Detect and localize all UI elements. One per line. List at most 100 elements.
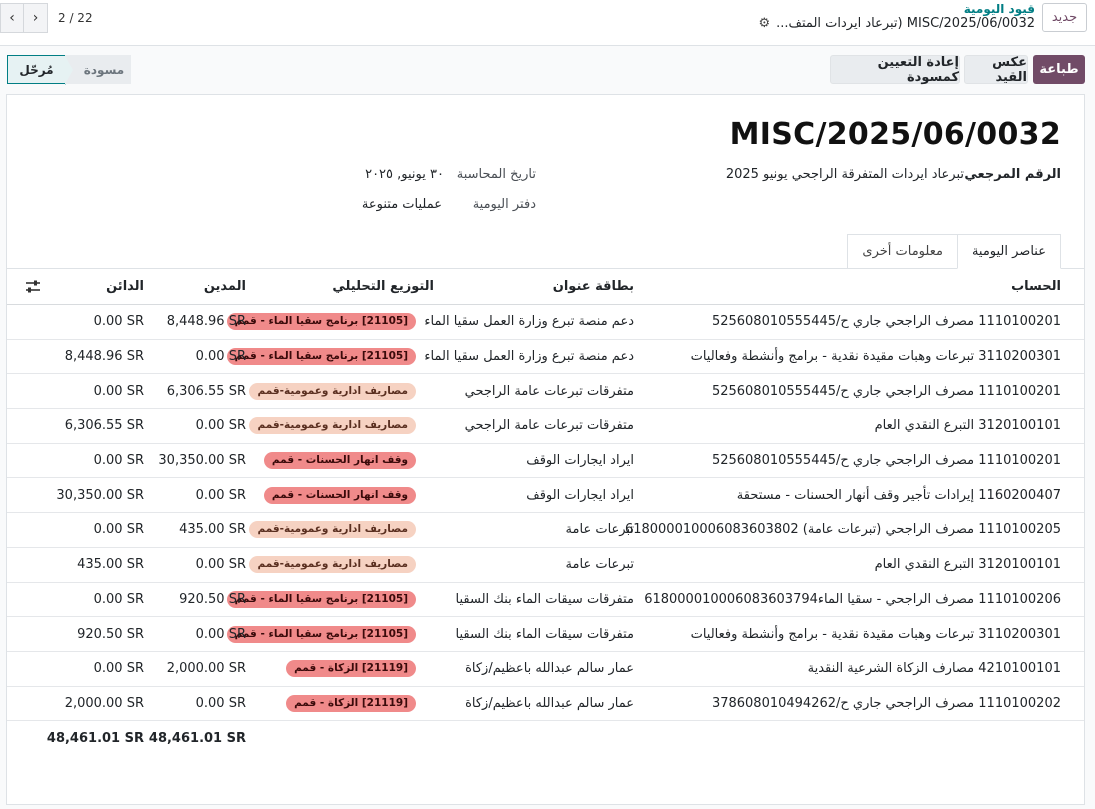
- cell-credit[interactable]: 0.00 SR: [94, 583, 144, 617]
- header-label[interactable]: بطاقة عنوان: [553, 269, 634, 304]
- cell-account[interactable]: 3120100101 التبرع النقدي العام: [875, 548, 1061, 582]
- reverse-entry-button[interactable]: عكس القيد: [964, 55, 1028, 85]
- cell-credit[interactable]: 0.00 SR: [94, 652, 144, 686]
- table-body: 1110100201 مصرف الراجحي جاري ح/525608010…: [7, 305, 1084, 722]
- cell-label[interactable]: دعم منصة تبرع وزارة العمل سقيا الماء: [424, 305, 634, 339]
- status-draft[interactable]: مسودة: [65, 55, 131, 84]
- cell-debit[interactable]: 0.00 SR: [196, 687, 246, 721]
- cell-debit[interactable]: 0.00 SR: [196, 617, 246, 651]
- cell-label[interactable]: دعم منصة تبرع وزارة العمل سقيا الماء: [424, 340, 634, 374]
- analytic-tag: مصاريف ادارية وعمومية-قمم: [249, 556, 416, 574]
- header-debit[interactable]: المدين: [204, 269, 246, 304]
- cell-credit[interactable]: 30,350.00 SR: [56, 478, 144, 512]
- pager-next-button[interactable]: ›: [24, 3, 48, 33]
- cell-label[interactable]: ايراد ايجارات الوقف: [526, 444, 634, 478]
- cell-label[interactable]: متفرقات سيقات الماء بنك السقيا: [456, 583, 634, 617]
- cell-analytic[interactable]: [21105] برنامج سقيا الماء - قمم: [226, 305, 416, 339]
- cell-credit[interactable]: 2,000.00 SR: [65, 687, 144, 721]
- cell-credit[interactable]: 0.00 SR: [94, 305, 144, 339]
- date-field[interactable]: ٣٠ يونيو, ٢٠٢٥: [365, 167, 444, 182]
- pager-value[interactable]: 2 / 22: [58, 11, 93, 25]
- cell-analytic[interactable]: [21119] الزكاة - قمم: [286, 652, 416, 686]
- cell-label[interactable]: عمار سالم عبدالله باعظيم/زكاة: [465, 652, 634, 686]
- cell-analytic[interactable]: مصاريف ادارية وعمومية-قمم: [249, 374, 416, 408]
- journal-label: دفتر اليومية: [472, 197, 536, 212]
- cell-account[interactable]: 1110100202 مصرف الراجحي جاري ح/378608010…: [712, 687, 1061, 721]
- tab-journal-items[interactable]: عناصر اليومية: [956, 234, 1061, 269]
- cell-analytic[interactable]: مصاريف ادارية وعمومية-قمم: [249, 513, 416, 547]
- table-row[interactable]: 3110200301 تبرعات وهبات مقيدة نقدية - بر…: [7, 340, 1084, 375]
- cell-analytic[interactable]: [21105] برنامج سقيا الماء - قمم: [226, 617, 416, 651]
- cell-account[interactable]: 4210100101 مصارف الزكاة الشرعية النقدية: [808, 652, 1061, 686]
- journal-field[interactable]: عمليات متنوعة: [362, 197, 442, 212]
- table-row[interactable]: 1160200407 إيرادات تأجير وقف أنهار الحسن…: [7, 478, 1084, 514]
- cell-analytic[interactable]: [21105] برنامج سقيا الماء - قمم: [226, 340, 416, 374]
- cell-account[interactable]: 1110100206 مصرف الراجحي - سقيا الماء6180…: [644, 583, 1061, 617]
- cell-label[interactable]: ايراد ايجارات الوقف: [526, 478, 634, 512]
- pager-previous-button[interactable]: ‹: [0, 3, 24, 33]
- cell-account[interactable]: 3110200301 تبرعات وهبات مقيدة نقدية - بر…: [691, 340, 1061, 374]
- table-row[interactable]: 3120100101 التبرع النقدي العام متفرقات تب…: [7, 409, 1084, 444]
- cell-label[interactable]: تبرعات عامة: [566, 548, 634, 582]
- cell-label[interactable]: متفرقات سيقات الماء بنك السقيا: [456, 617, 634, 651]
- cell-debit[interactable]: 30,350.00 SR: [158, 444, 246, 478]
- cell-label[interactable]: عمار سالم عبدالله باعظيم/زكاة: [465, 687, 634, 721]
- table-row[interactable]: 3120100101 التبرع النقدي العام تبرعات عام…: [7, 548, 1084, 583]
- header-account[interactable]: الحساب: [1011, 269, 1061, 304]
- new-button[interactable]: جديد: [1042, 3, 1087, 32]
- reset-to-draft-button[interactable]: إعادة التعيين كمسودة: [830, 55, 960, 85]
- cell-account[interactable]: 1110100205 مصرف الراجحي (تبرعات عامة) 61…: [625, 513, 1061, 547]
- table-row[interactable]: 3110200301 تبرعات وهبات مقيدة نقدية - بر…: [7, 617, 1084, 652]
- cell-credit[interactable]: 8,448.96 SR: [65, 340, 144, 374]
- cell-account[interactable]: 3110200301 تبرعات وهبات مقيدة نقدية - بر…: [691, 617, 1061, 651]
- table-row[interactable]: 4210100101 مصارف الزكاة الشرعية النقدية ع…: [7, 652, 1084, 687]
- cell-analytic[interactable]: [21119] الزكاة - قمم: [286, 687, 416, 721]
- control-panel: جديد قيود اليومية MISC/2025/06/0032 (تبر…: [0, 0, 1095, 46]
- cell-credit[interactable]: 435.00 SR: [77, 548, 144, 582]
- cell-account[interactable]: 1160200407 إيرادات تأجير وقف أنهار الحسن…: [737, 478, 1061, 512]
- cell-debit[interactable]: 0.00 SR: [196, 340, 246, 374]
- cell-credit[interactable]: 0.00 SR: [94, 444, 144, 478]
- analytic-tag: [21105] برنامج سقيا الماء - قمم: [226, 590, 416, 608]
- cell-account[interactable]: 1110100201 مصرف الراجحي جاري ح/525608010…: [712, 374, 1061, 408]
- table-row[interactable]: 1110100205 مصرف الراجحي (تبرعات عامة) 61…: [7, 513, 1084, 548]
- gear-icon[interactable]: ⚙: [759, 16, 771, 31]
- cell-label[interactable]: متفرقات تبرعات عامة الراجحي: [465, 374, 634, 408]
- header-analytic[interactable]: التوزيع التحليلي: [332, 269, 434, 304]
- table-row[interactable]: 1110100201 مصرف الراجحي جاري ح/525608010…: [7, 374, 1084, 410]
- table-row[interactable]: 1110100201 مصرف الراجحي جاري ح/525608010…: [7, 444, 1084, 479]
- header-credit[interactable]: الدائن: [106, 269, 144, 304]
- cell-account[interactable]: 3120100101 التبرع النقدي العام: [875, 409, 1061, 443]
- cell-debit[interactable]: 6,306.55 SR: [167, 374, 246, 408]
- print-button[interactable]: طباعة: [1033, 55, 1085, 84]
- cell-credit[interactable]: 0.00 SR: [94, 513, 144, 547]
- cell-account[interactable]: 1110100201 مصرف الراجحي جاري ح/525608010…: [712, 305, 1061, 339]
- cell-credit[interactable]: 920.50 SR: [77, 617, 144, 651]
- cell-account[interactable]: 1110100201 مصرف الراجحي جاري ح/525608010…: [712, 444, 1061, 478]
- ref-field[interactable]: تبرعاد ايردات المتفرقة الراجحي يونيو 202…: [726, 167, 964, 182]
- breadcrumb-parent[interactable]: قيود اليومية: [964, 2, 1035, 16]
- cell-debit[interactable]: 435.00 SR: [179, 513, 246, 547]
- analytic-tag: مصاريف ادارية وعمومية-قمم: [249, 382, 416, 400]
- cell-credit[interactable]: 6,306.55 SR: [65, 409, 144, 443]
- sliders-icon[interactable]: [25, 269, 41, 304]
- cell-debit[interactable]: 8,448.96 SR: [167, 305, 246, 339]
- cell-analytic[interactable]: وقف انهار الحسنات - قمم: [263, 478, 416, 512]
- analytic-tag: وقف انهار الحسنات - قمم: [263, 452, 416, 470]
- cell-debit[interactable]: 2,000.00 SR: [167, 652, 246, 686]
- tab-other-info[interactable]: معلومات أخرى: [847, 234, 957, 269]
- cell-label[interactable]: تبرعات عامة: [566, 513, 634, 547]
- cell-credit[interactable]: 0.00 SR: [94, 374, 144, 408]
- table-row[interactable]: 1110100206 مصرف الراجحي - سقيا الماء6180…: [7, 583, 1084, 618]
- cell-analytic[interactable]: مصاريف ادارية وعمومية-قمم: [249, 548, 416, 582]
- table-row[interactable]: 1110100201 مصرف الراجحي جاري ح/525608010…: [7, 305, 1084, 340]
- cell-analytic[interactable]: وقف انهار الحسنات - قمم: [263, 444, 416, 478]
- cell-debit[interactable]: 920.50 SR: [179, 583, 246, 617]
- cell-label[interactable]: متفرقات تبرعات عامة الراجحي: [465, 409, 634, 443]
- cell-debit[interactable]: 0.00 SR: [196, 478, 246, 512]
- table-row[interactable]: 1110100202 مصرف الراجحي جاري ح/378608010…: [7, 687, 1084, 722]
- cell-analytic[interactable]: [21105] برنامج سقيا الماء - قمم: [226, 583, 416, 617]
- cell-debit[interactable]: 0.00 SR: [196, 409, 246, 443]
- cell-debit[interactable]: 0.00 SR: [196, 548, 246, 582]
- cell-analytic[interactable]: مصاريف ادارية وعمومية-قمم: [249, 409, 416, 443]
